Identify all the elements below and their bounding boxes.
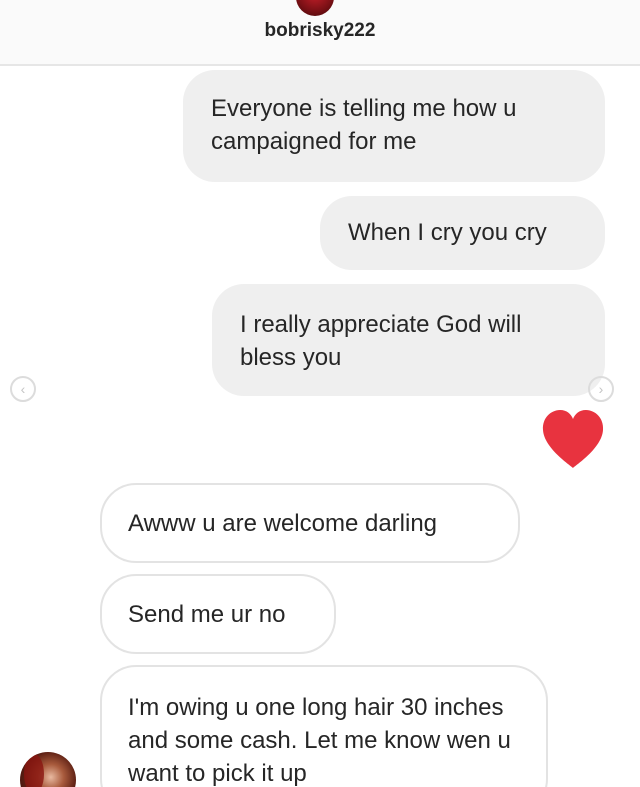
chat-header: bobrisky222: [0, 0, 640, 66]
message-text: Awww u are welcome darling: [128, 510, 438, 537]
message-text: I really appreciate God will bless you: [240, 311, 522, 371]
previous-arrow-icon[interactable]: ‹: [10, 376, 36, 402]
next-arrow-icon[interactable]: ›: [588, 376, 614, 402]
message-text: I'm owing u one long hair 30 inches and …: [128, 694, 511, 787]
message-incoming[interactable]: Send me ur no: [100, 574, 336, 654]
message-outgoing[interactable]: When I cry you cry: [320, 196, 605, 270]
message-text: Everyone is telling me how u campaigned …: [211, 95, 517, 155]
chat-username[interactable]: bobrisky222: [0, 20, 640, 42]
message-text: When I cry you cry: [348, 219, 547, 246]
avatar-image: [24, 754, 44, 787]
sender-avatar[interactable]: [20, 752, 76, 787]
message-outgoing[interactable]: Everyone is telling me how u campaigned …: [183, 70, 605, 182]
message-incoming[interactable]: I'm owing u one long hair 30 inches and …: [100, 665, 548, 787]
heart-icon: [542, 410, 604, 468]
message-text: Send me ur no: [128, 601, 286, 628]
message-incoming[interactable]: Awww u are welcome darling: [100, 483, 520, 563]
header-avatar[interactable]: [296, 0, 334, 16]
message-outgoing[interactable]: I really appreciate God will bless you: [212, 284, 605, 396]
chat-screen: bobrisky222 Everyone is telling me how u…: [0, 0, 640, 787]
